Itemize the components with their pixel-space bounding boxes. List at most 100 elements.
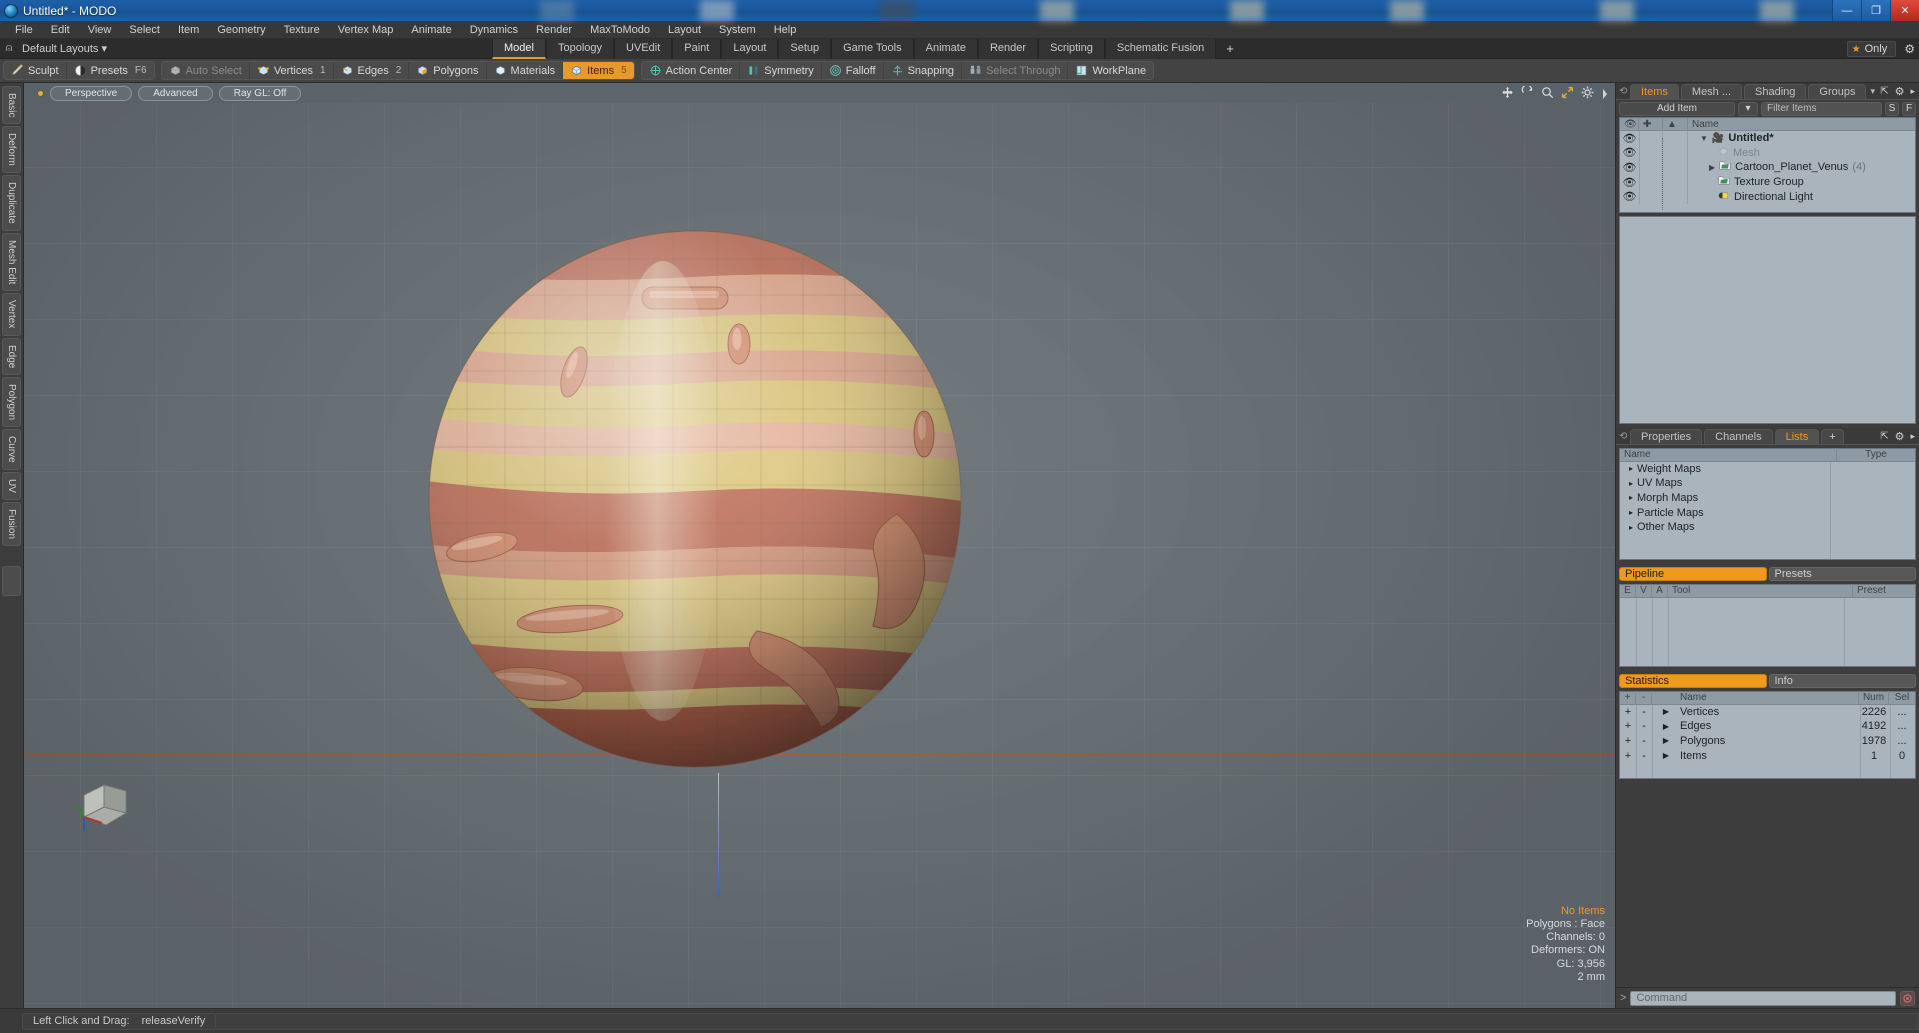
tree-twirl-icon[interactable]: ▶: [1652, 707, 1680, 716]
sidebar-item-edge[interactable]: Edge: [2, 337, 21, 376]
list-item[interactable]: ▸ Weight Maps: [1620, 462, 1915, 477]
filter-f-button[interactable]: F: [1902, 101, 1916, 116]
expand-icon[interactable]: ⇱: [1880, 431, 1888, 442]
gear-icon[interactable]: ⚙: [1895, 430, 1905, 443]
filter-s-button[interactable]: S: [1885, 101, 1899, 116]
edges-button[interactable]: Edges 2: [334, 62, 410, 79]
table-row[interactable]: + - ▶ Polygons 1978 ...: [1620, 734, 1915, 749]
viewport-raygl-toggle[interactable]: Ray GL: Off: [218, 85, 302, 101]
tab-model[interactable]: Model: [492, 39, 546, 59]
table-row[interactable]: + - ▶ Items 1 0: [1620, 748, 1915, 763]
command-input[interactable]: Command: [1630, 990, 1896, 1006]
table-row[interactable]: + - ▶ Edges 4192 ...: [1620, 719, 1915, 734]
tab-scripting[interactable]: Scripting: [1038, 39, 1105, 59]
3d-viewport[interactable]: Perspective Advanced Ray GL: Off No Item…: [24, 83, 1615, 1008]
sidebar-item-basic[interactable]: Basic: [2, 86, 21, 125]
sidebar-item-fusion[interactable]: Fusion: [2, 501, 21, 546]
sidebar-item-duplicate[interactable]: Duplicate: [2, 175, 21, 231]
materials-button[interactable]: Materials: [487, 62, 564, 79]
sidebar-extra-slot[interactable]: [2, 565, 21, 596]
table-row[interactable]: 👁 Texture Group: [1620, 174, 1915, 190]
add-tab-button[interactable]: +: [1216, 39, 1244, 59]
table-row[interactable]: 👁 ▼ 🎥 Untitled*: [1620, 131, 1915, 146]
vertices-button[interactable]: Vertices 1: [250, 62, 334, 79]
tab-mesh[interactable]: Mesh ...: [1680, 84, 1743, 99]
menu-vertex-map[interactable]: Vertex Map: [329, 21, 403, 39]
stats-remove-button[interactable]: -: [1636, 735, 1652, 747]
gear-icon[interactable]: [1581, 86, 1594, 99]
record-icon[interactable]: [1900, 990, 1915, 1006]
menu-view[interactable]: View: [79, 21, 121, 39]
pipeline-table[interactable]: E V A Tool Preset: [1619, 583, 1916, 667]
workplane-button[interactable]: WorkPlane: [1068, 62, 1153, 79]
tree-twirl-icon[interactable]: ▶: [1709, 163, 1715, 172]
anchor-icon[interactable]: ⍝: [0, 42, 18, 55]
sidebar-item-deform[interactable]: Deform: [2, 126, 21, 174]
table-row[interactable]: 👁 Mesh: [1620, 145, 1915, 161]
gear-icon[interactable]: ⚙: [1895, 85, 1905, 98]
menu-geometry[interactable]: Geometry: [208, 21, 274, 39]
items-tree-empty-area[interactable]: [1619, 216, 1916, 424]
menu-file[interactable]: File: [6, 21, 42, 39]
tree-twirl-icon[interactable]: ▸: [1629, 464, 1633, 473]
stats-add-button[interactable]: +: [1620, 735, 1636, 747]
list-item[interactable]: ▸ Morph Maps: [1620, 491, 1915, 506]
rotate-icon[interactable]: [1521, 84, 1534, 99]
visibility-eye-icon[interactable]: 👁: [1620, 190, 1639, 203]
menu-maxtomodo[interactable]: MaxToModo: [581, 21, 659, 39]
items-button[interactable]: Items 5: [563, 62, 634, 79]
menu-item[interactable]: Item: [169, 21, 208, 39]
action-center-button[interactable]: Action Center: [642, 62, 741, 79]
items-tree[interactable]: 👁 ✚ ▲ Name 👁 ▼ 🎥 Untitled* 👁 Mesh 👁 ▶ Ca…: [1619, 117, 1916, 213]
symmetry-button[interactable]: Symmetry: [740, 62, 822, 79]
falloff-button[interactable]: Falloff: [822, 62, 884, 79]
sidebar-item-polygon[interactable]: Polygon: [2, 377, 21, 428]
sidebar-item-uv[interactable]: UV: [2, 471, 21, 500]
select-through-button[interactable]: Select Through: [962, 62, 1069, 79]
tree-twirl-icon[interactable]: ▼: [1700, 134, 1708, 143]
chevron-down-icon[interactable]: ▾: [1870, 86, 1875, 97]
filter-items-input[interactable]: Filter Items: [1761, 101, 1882, 116]
tree-twirl-icon[interactable]: ▶: [1652, 736, 1680, 745]
stats-remove-button[interactable]: -: [1636, 706, 1652, 718]
viewport-shading-selector[interactable]: Advanced: [138, 85, 213, 101]
gear-icon[interactable]: ⚙: [1904, 42, 1915, 56]
sculpt-button[interactable]: Sculpt: [4, 62, 67, 79]
only-toggle[interactable]: ★ Only: [1846, 41, 1897, 57]
tree-twirl-icon[interactable]: ▸: [1629, 479, 1633, 488]
add-item-caret[interactable]: ▾: [1738, 101, 1758, 116]
tree-twirl-icon[interactable]: ▶: [1652, 751, 1680, 760]
tree-twirl-icon[interactable]: ▶: [1652, 722, 1680, 731]
presets-button[interactable]: Presets F6: [67, 62, 154, 79]
planet-model[interactable]: [427, 229, 963, 769]
list-item[interactable]: ▸ UV Maps: [1620, 476, 1915, 491]
tab-uvedit[interactable]: UVEdit: [614, 39, 673, 59]
sidebar-item-mesh-edit[interactable]: Mesh Edit: [2, 232, 21, 292]
stats-add-button[interactable]: +: [1620, 720, 1636, 732]
minimize-button[interactable]: —: [1832, 0, 1861, 21]
tab-layout[interactable]: Layout: [721, 39, 779, 59]
visibility-eye-icon[interactable]: 👁: [1620, 161, 1639, 174]
chevron-right-icon[interactable]: ▸: [1910, 86, 1915, 97]
tree-twirl-icon[interactable]: ▸: [1629, 508, 1633, 517]
tab-schematic-fusion[interactable]: Schematic Fusion: [1104, 39, 1217, 59]
sidebar-item-curve[interactable]: Curve: [2, 429, 21, 470]
tab-channels[interactable]: Channels: [1704, 428, 1773, 444]
list-item[interactable]: ▸ Particle Maps: [1620, 505, 1915, 520]
menu-texture[interactable]: Texture: [275, 21, 329, 39]
stats-add-button[interactable]: +: [1620, 706, 1636, 718]
tree-twirl-icon[interactable]: ▸: [1629, 493, 1633, 502]
tab-topology[interactable]: Topology: [545, 39, 615, 59]
move-icon[interactable]: [1501, 86, 1514, 99]
menu-layout[interactable]: Layout: [659, 21, 710, 39]
fit-icon[interactable]: [1561, 86, 1574, 99]
tab-render[interactable]: Render: [977, 39, 1039, 59]
menu-system[interactable]: System: [710, 21, 765, 39]
lists-table[interactable]: Name Type ▸ Weight Maps ▸ UV Maps ▸ Morph M…: [1619, 447, 1916, 560]
expand-icon[interactable]: ⇱: [1880, 86, 1888, 97]
menu-dynamics[interactable]: Dynamics: [461, 21, 527, 39]
zoom-icon[interactable]: [1541, 86, 1554, 99]
tab-statistics[interactable]: Statistics: [1619, 673, 1767, 688]
statistics-table[interactable]: + - Name Num Sel + - ▶ Vertices 2226 ...…: [1619, 690, 1916, 779]
tab-paint[interactable]: Paint: [672, 39, 722, 59]
